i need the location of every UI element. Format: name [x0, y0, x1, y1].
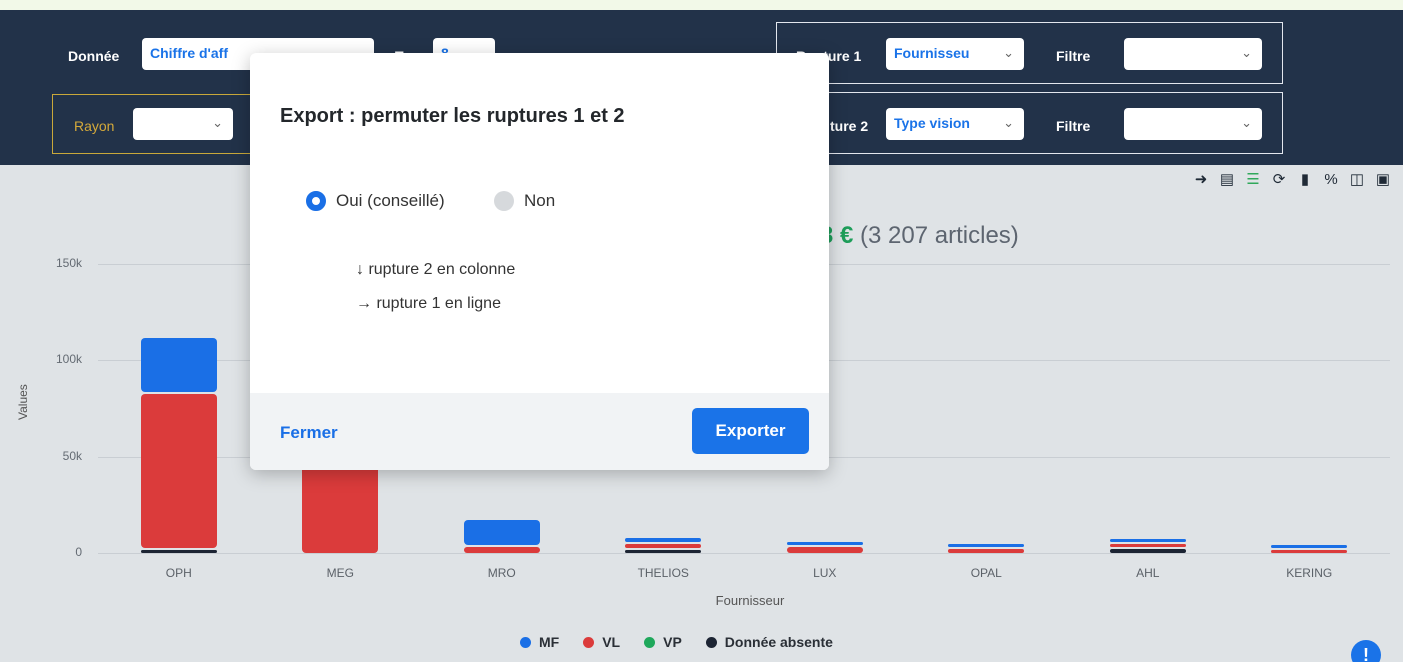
x-tick-label: LUX	[813, 566, 837, 580]
filtre1-select[interactable]: ⌄	[1124, 38, 1262, 70]
x-tick-label: MEG	[326, 566, 354, 580]
y-tick-label: 100k	[55, 352, 82, 366]
legend-item[interactable]: VP	[644, 634, 682, 650]
radio-no-label: Non	[524, 191, 556, 210]
filtre1-label: Filtre	[1056, 48, 1091, 64]
legend-item[interactable]: VL	[583, 634, 620, 650]
bar-kering-mf[interactable]	[1271, 545, 1348, 548]
rupture1-select[interactable]: Fournisseu ⌄	[886, 38, 1024, 70]
percent-icon[interactable]: %	[1321, 170, 1341, 190]
legend-item[interactable]: Donnée absente	[705, 634, 833, 650]
chevron-down-icon: ⌄	[212, 115, 223, 130]
chevron-down-icon: ⌄	[1003, 45, 1014, 60]
bar-oph-donnée-absente[interactable]	[140, 550, 217, 553]
modal-title: Export : permuter les ruptures 1 et 2	[280, 105, 625, 127]
x-tick-label: OPH	[165, 566, 192, 580]
bar-mro-vl[interactable]	[463, 547, 540, 553]
gridline	[98, 553, 1390, 554]
x-tick-label: OPAL	[970, 566, 1002, 580]
rupture2-label: ture 2	[830, 118, 869, 134]
legend-item[interactable]: MF	[520, 634, 559, 650]
y-tick-label: 0	[75, 545, 82, 559]
radio-checked-icon	[306, 191, 326, 211]
refresh-icon[interactable]: ⟳	[1269, 170, 1289, 190]
close-button[interactable]: Fermer	[280, 423, 338, 443]
chart-legend: MF VL VP Donnée absente	[520, 634, 833, 650]
legend-dot-icon	[644, 637, 656, 648]
print-icon[interactable]: ▤	[1217, 170, 1237, 190]
bar-thelios-mf[interactable]	[625, 538, 702, 543]
radio-no[interactable]: Non	[494, 191, 555, 211]
x-tick-label: MRO	[487, 566, 516, 580]
bar-oph-mf[interactable]	[140, 337, 217, 392]
columns-icon[interactable]: ◫	[1347, 170, 1367, 190]
y-tick-label: 150k	[55, 255, 82, 270]
x-tick-label: KERING	[1286, 566, 1333, 580]
bar-ahl-mf[interactable]	[1109, 539, 1186, 543]
donnee-select-value: Chiffre d'aff	[150, 45, 228, 61]
hint-line-2: → rupture 1 en ligne	[356, 295, 501, 312]
modal-footer: Fermer Exporter	[250, 393, 829, 470]
legend-label: VP	[663, 634, 682, 650]
y-axis-label: Values	[16, 384, 30, 420]
x-tick-label: AHL	[1136, 566, 1160, 580]
bar-opal-mf[interactable]	[948, 544, 1025, 548]
chevron-down-icon: ⌄	[1003, 115, 1014, 130]
legend-label: VL	[602, 634, 621, 650]
legend-dot-icon	[520, 637, 531, 648]
rupture2-select[interactable]: Type vision ⌄	[886, 108, 1024, 140]
hint-line-1: ↓ rupture 2 en colonne	[356, 261, 516, 278]
bar-lux-vl[interactable]	[786, 547, 863, 553]
radio-yes[interactable]: Oui (conseillé)	[306, 191, 445, 211]
export-icon[interactable]: ➜	[1191, 170, 1211, 190]
donnee-label: Donnée	[68, 48, 120, 64]
radio-yes-label: Oui (conseillé)	[336, 191, 445, 210]
x-axis-label: Fournisseur	[715, 593, 785, 608]
bar-thelios-vl[interactable]	[625, 544, 702, 548]
y-tick-label: 50k	[62, 448, 82, 463]
bar-ahl-vl[interactable]	[1109, 544, 1186, 548]
export-modal: Export : permuter les ruptures 1 et 2 Ou…	[250, 53, 829, 470]
chart-toolbar: ➜ ▤ ☰ ⟳ ▮ % ◫ ▣	[1191, 170, 1393, 190]
legend-label: MF	[539, 634, 560, 650]
chevron-down-icon: ⌄	[1241, 45, 1252, 60]
app-window: Donnée Chiffre d'aff ⌄ Top 8 Rayon ⌄ Rup…	[0, 0, 1403, 662]
bar-mro-mf[interactable]	[463, 520, 540, 546]
alert-icon[interactable]: !	[1351, 640, 1381, 662]
save-icon[interactable]: ▣	[1373, 170, 1393, 190]
filtre2-select[interactable]: ⌄	[1124, 108, 1262, 140]
rupture2-select-value: Type vision	[894, 115, 970, 131]
bar-ahl-donnée-absente[interactable]	[1109, 549, 1186, 553]
layers-icon[interactable]: ☰	[1243, 170, 1263, 190]
chevron-down-icon: ⌄	[1241, 115, 1252, 130]
export-button[interactable]: Exporter	[692, 408, 809, 454]
legend-dot-icon	[705, 637, 717, 648]
filtre2-label: Filtre	[1056, 118, 1091, 134]
bar-kering-vl[interactable]	[1271, 550, 1348, 553]
summary-articles: (3 207 articles)	[860, 222, 1019, 249]
legend-dot-icon	[583, 637, 595, 648]
rayon-label: Rayon	[74, 118, 115, 134]
rupture1-select-value: Fournisseu	[894, 45, 970, 61]
chart-summary: 3 € (3 207 articles)	[820, 222, 1019, 250]
bar-opal-vl[interactable]	[948, 549, 1025, 553]
bar-oph-vl[interactable]	[140, 393, 217, 548]
bar-chart-icon[interactable]: ▮	[1295, 170, 1315, 190]
bar-lux-mf[interactable]	[786, 542, 863, 546]
x-tick-label: THELIOS	[637, 566, 689, 580]
legend-label: Donnée absente	[724, 634, 833, 650]
rayon-select[interactable]: ⌄	[133, 108, 233, 140]
bar-thelios-donnée-absente[interactable]	[625, 550, 702, 553]
radio-unchecked-icon	[494, 191, 514, 211]
